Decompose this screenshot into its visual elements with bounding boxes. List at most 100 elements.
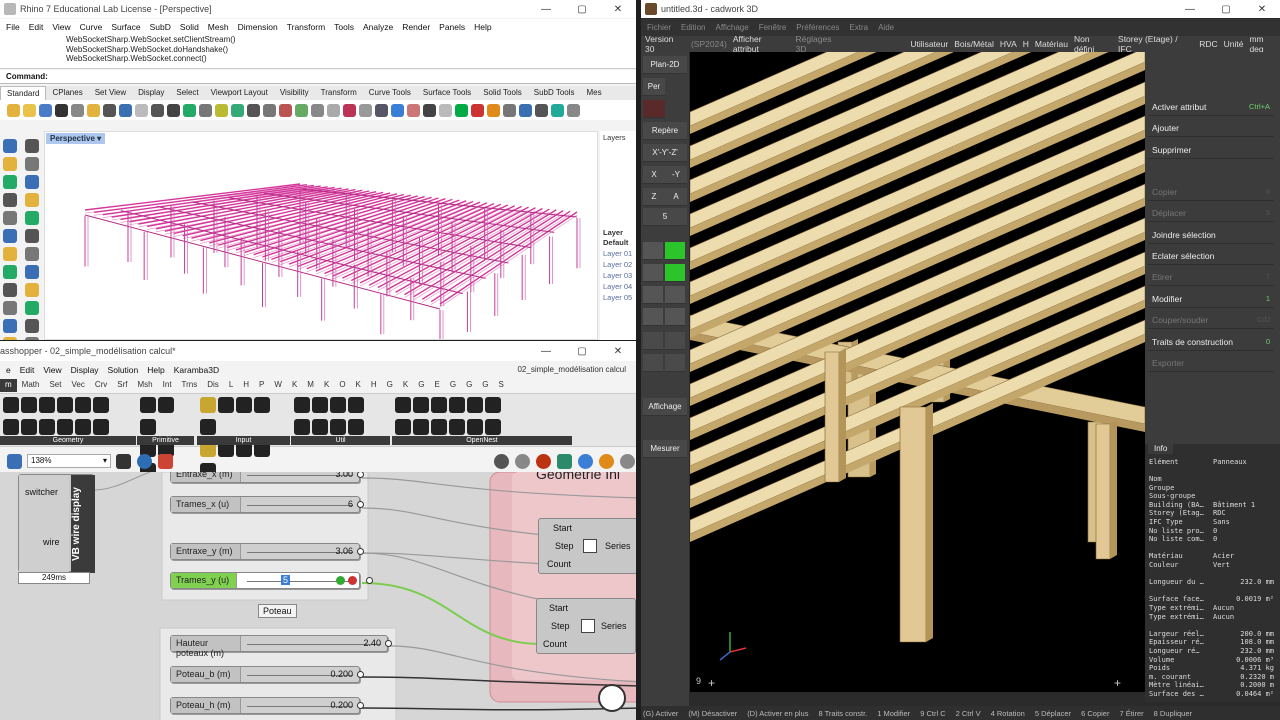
view-cube-icon[interactable] (643, 264, 663, 282)
menu-item[interactable]: Karamba3D (174, 365, 219, 375)
output-grip[interactable] (385, 640, 392, 647)
toolbar-tool-icon[interactable] (167, 103, 180, 117)
component-icon[interactable] (330, 397, 346, 413)
slider-poteau-h-m-[interactable]: Poteau_h (m) 0.200 (170, 697, 364, 714)
toolbar-tool-icon[interactable] (135, 103, 148, 117)
toolbar-tool-icon[interactable] (247, 103, 260, 117)
navigation-icon[interactable] (643, 354, 663, 372)
toolbar-tool-icon[interactable] (343, 103, 356, 117)
add-tab-icon[interactable]: + (1114, 676, 1121, 690)
component-tab[interactable]: H (366, 379, 382, 392)
toolbar-tool-icon[interactable] (327, 103, 340, 117)
menu-item-file[interactable]: File (6, 22, 20, 32)
gh-canvas[interactable]: switcher wire VB wire display 249ms Pote… (0, 472, 636, 720)
toolbar-field[interactable]: Unité (1224, 39, 1244, 49)
toolbar-tool-icon[interactable] (295, 103, 308, 117)
toolbar-tool-icon[interactable] (103, 103, 116, 117)
toolbar-tab[interactable]: Select (170, 86, 204, 100)
toolbar-field[interactable]: H (1023, 39, 1029, 49)
cmd-modifier[interactable]: Modifier 1 (1148, 290, 1274, 308)
close-icon[interactable]: ✕ (600, 4, 636, 15)
component-tab[interactable]: G (461, 379, 477, 392)
toolbar-tool-icon[interactable] (151, 103, 164, 117)
component-icon[interactable] (93, 419, 109, 435)
output-grip[interactable] (357, 548, 364, 555)
component-icon[interactable] (395, 419, 411, 435)
slider-hauteur-poteaux-m-[interactable]: Hauteur poteaux (m) 2.40 (170, 635, 392, 658)
left-command-button[interactable]: X (643, 166, 665, 184)
component-icon[interactable] (3, 419, 19, 435)
left-command-button[interactable]: X'-Y'-Z' (643, 144, 687, 162)
toolbar-tool-icon[interactable] (23, 103, 36, 117)
component-icon[interactable] (93, 397, 109, 413)
slider-value[interactable]: 0.200 (330, 700, 353, 710)
component-tab[interactable]: W (269, 379, 287, 392)
component-tab[interactable]: Dis (202, 379, 224, 392)
toolbar-field[interactable]: Réglages 3D (796, 34, 845, 54)
component-tab[interactable]: G (477, 379, 493, 392)
left-command-button[interactable]: Per (643, 78, 665, 96)
layer-item[interactable]: Layer 05 (603, 292, 633, 303)
menu-item-help[interactable]: Help (474, 22, 491, 32)
cad-3d-viewport[interactable]: 9 + + (690, 52, 1145, 692)
toolbar-tab[interactable]: Transform (315, 86, 363, 100)
component-tab[interactable]: Set (44, 379, 66, 392)
component-icon[interactable] (218, 397, 234, 413)
component-icon[interactable] (395, 397, 411, 413)
component-tab[interactable]: Math (17, 379, 45, 392)
toolbar-tool-icon[interactable] (535, 103, 548, 117)
component-icon[interactable] (449, 419, 465, 435)
component-icon[interactable] (431, 397, 447, 413)
draw-tool-icon[interactable] (25, 139, 39, 153)
toolbar-tab[interactable]: Viewport Layout (205, 86, 274, 100)
slider-value[interactable]: 3.00 (335, 472, 353, 479)
toolbar-tool-icon[interactable] (215, 103, 228, 117)
toolbar-tab[interactable]: SubD Tools (528, 86, 581, 100)
series-component[interactable]: Start Step Count Series (536, 598, 636, 654)
component-icon[interactable] (294, 397, 310, 413)
slider-value[interactable]: 3.06 (335, 546, 353, 556)
slider-entraxe-x-m-[interactable]: Entraxe_x (m) 3.00 (170, 472, 364, 483)
menu-item-view[interactable]: View (52, 22, 70, 32)
output-grip[interactable] (366, 577, 373, 584)
component-tab[interactable]: P (254, 379, 269, 392)
toolbar-tool-icon[interactable] (407, 103, 420, 117)
toolbar-field[interactable]: Bois/Métal (954, 39, 994, 49)
zoom-extents-icon[interactable] (116, 453, 131, 469)
toolbar-field[interactable]: Non défini (1074, 34, 1112, 54)
slider-value[interactable]: 2.40 (363, 638, 381, 648)
component-icon[interactable] (140, 397, 156, 413)
maximize-icon[interactable]: ▢ (1208, 4, 1244, 15)
view-cube-icon[interactable] (665, 264, 685, 282)
component-icon[interactable] (21, 419, 37, 435)
component-tab[interactable]: K (351, 379, 366, 392)
draw-tool-icon[interactable] (3, 247, 17, 261)
cmd-couper-souder[interactable]: Couper/souder C/D (1148, 311, 1274, 329)
left-command-button[interactable]: Mesurer (643, 440, 687, 458)
menu-item[interactable]: Fichier (647, 23, 671, 32)
preview-icon[interactable] (599, 453, 614, 469)
slider-trames-y-u-[interactable]: Trames_y (u) 5 (170, 572, 373, 589)
layer-item[interactable]: Default (603, 237, 633, 248)
component-icon[interactable] (21, 397, 37, 413)
cmd-ajouter[interactable]: Ajouter (1148, 119, 1274, 137)
component-icon[interactable] (330, 419, 346, 435)
toolbar-field[interactable]: (SP2024) (691, 39, 727, 49)
navigation-icon[interactable] (643, 332, 663, 350)
component-tab[interactable]: O (334, 379, 350, 392)
ok-icon[interactable] (336, 576, 345, 585)
toolbar-tool-icon[interactable] (567, 103, 580, 117)
series-component[interactable]: Start Step Count Series (538, 518, 636, 574)
toolbar-tool-icon[interactable] (263, 103, 276, 117)
menu-item-analyze[interactable]: Analyze (363, 22, 393, 32)
menu-item[interactable]: Aide (878, 23, 894, 32)
toolbar-tool-icon[interactable] (551, 103, 564, 117)
maximize-icon[interactable]: ▢ (564, 346, 600, 357)
toolbar-tool-icon[interactable] (439, 103, 452, 117)
draw-tool-icon[interactable] (25, 337, 39, 340)
add-tab-icon[interactable]: + (708, 676, 715, 690)
component-tab[interactable]: S (494, 379, 509, 392)
draw-tool-icon[interactable] (25, 211, 39, 225)
toolbar-tool-icon[interactable] (7, 103, 20, 117)
preview-icon[interactable] (578, 453, 593, 469)
